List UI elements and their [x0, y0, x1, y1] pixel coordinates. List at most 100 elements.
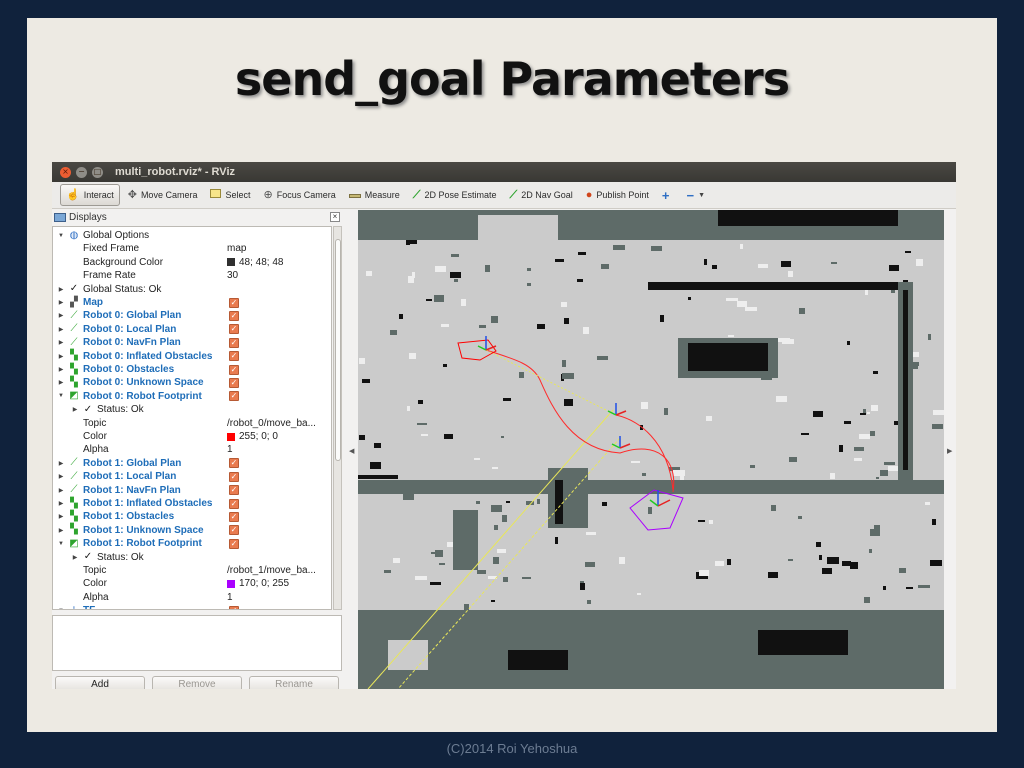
display-row[interactable]: ▶ ⟋ Robot 0: Global Plan ✓ [53, 309, 331, 322]
rename-display-button[interactable]: Rename [249, 676, 339, 689]
occupancy-map-view[interactable] [358, 210, 944, 689]
expand-arrow-right-icon[interactable]: ▶ [57, 286, 65, 293]
expand-arrow-right-icon[interactable]: ▶ [57, 513, 65, 520]
display-enabled-checkbox[interactable]: ✓ [229, 310, 239, 321]
expand-arrow-right-icon[interactable]: ▶ [57, 527, 65, 534]
display-row-value[interactable]: map [227, 243, 246, 254]
expand-arrow-down-icon[interactable]: ▼ [57, 541, 65, 547]
expand-arrow-right-icon[interactable]: ▶ [57, 460, 65, 467]
display-row[interactable]: ▼ ◍ Global Options [53, 229, 331, 242]
tool-measure[interactable]: Measure [344, 184, 405, 206]
display-row-value[interactable]: 1 [227, 592, 233, 603]
expand-arrow-right-icon[interactable]: ▶ [57, 379, 65, 386]
display-row[interactable]: Frame Rate 30 [53, 269, 331, 282]
display-row[interactable]: ▶ ▚ Robot 0: Unknown Space ✓ [53, 376, 331, 389]
display-row-value[interactable]: /robot_0/move_ba... [227, 418, 316, 429]
color-swatch[interactable] [227, 432, 235, 441]
panel-close-icon[interactable]: × [330, 212, 340, 222]
tool-publish-point[interactable]: ● Publish Point [581, 184, 654, 206]
display-row[interactable]: Color 255; 0; 0 [53, 430, 331, 443]
display-enabled-checkbox[interactable]: ✓ [229, 458, 239, 469]
remove-display-button[interactable]: Remove [152, 676, 242, 689]
display-row[interactable]: ▶ ✓ Global Status: Ok [53, 283, 331, 296]
expand-arrow-down-icon[interactable]: ▼ [57, 393, 65, 399]
display-enabled-checkbox[interactable]: ✓ [229, 485, 239, 496]
display-row[interactable]: Alpha 1 [53, 591, 331, 604]
display-enabled-checkbox[interactable]: ✓ [229, 391, 239, 402]
display-enabled-checkbox[interactable]: ✓ [229, 377, 239, 388]
tool-focus-camera[interactable]: ⊕ Focus Camera [258, 184, 340, 206]
expand-arrow-right-icon[interactable]: ▶ [57, 366, 65, 373]
3d-render-viewport[interactable] [358, 210, 944, 689]
tool-nav-goal[interactable]: ⟋ 2D Nav Goal [504, 184, 577, 206]
panel-collapse-arrow-icon[interactable]: ◀ [349, 447, 354, 455]
color-swatch[interactable] [227, 579, 235, 588]
display-enabled-checkbox[interactable]: ✓ [229, 351, 239, 362]
color-swatch[interactable] [227, 258, 235, 267]
window-maximize-button[interactable]: □ [92, 166, 103, 178]
display-row[interactable]: ▶ ▚ Robot 1: Inflated Obstacles ✓ [53, 497, 331, 510]
display-row[interactable]: ▶ ▚ Robot 0: Obstacles ✓ [53, 363, 331, 376]
display-enabled-checkbox[interactable]: ✓ [229, 324, 239, 335]
displays-scrollbar[interactable] [333, 226, 342, 610]
display-row[interactable]: Topic/robot_0/move_ba... [53, 417, 331, 430]
display-enabled-checkbox[interactable]: ✓ [229, 498, 239, 509]
expand-arrow-down-icon[interactable]: ▼ [57, 233, 65, 239]
display-enabled-checkbox[interactable]: ✓ [229, 525, 239, 536]
expand-arrow-right-icon[interactable]: ▶ [57, 339, 65, 346]
display-row[interactable]: Color 170; 0; 255 [53, 577, 331, 590]
display-row[interactable]: ▶ ⟋ Robot 1: NavFn Plan ✓ [53, 484, 331, 497]
add-display-button[interactable]: Add [55, 676, 145, 689]
expand-arrow-right-icon[interactable]: ▶ [71, 406, 79, 413]
display-row[interactable]: Background Color 48; 48; 48 [53, 256, 331, 269]
display-row-value[interactable]: 255; 0; 0 [227, 431, 278, 442]
display-row-value[interactable]: 170; 0; 255 [227, 578, 289, 589]
display-enabled-checkbox[interactable]: ✓ [229, 337, 239, 348]
display-row-value[interactable]: 48; 48; 48 [227, 257, 283, 268]
display-row[interactable]: ▼ ◩ Robot 0: Robot Footprint ✓ [53, 390, 331, 403]
expand-arrow-down-icon[interactable]: ▼ [57, 608, 65, 609]
display-row-value[interactable]: /robot_1/move_ba... [227, 565, 316, 576]
display-enabled-checkbox[interactable]: ✓ [229, 364, 239, 375]
expand-arrow-right-icon[interactable]: ▶ [71, 554, 79, 561]
expand-arrow-right-icon[interactable]: ▶ [57, 500, 65, 507]
display-enabled-checkbox[interactable]: ✓ [229, 511, 239, 522]
display-row-value[interactable]: 30 [227, 270, 238, 281]
tool-select[interactable]: Select [205, 184, 255, 206]
display-enabled-checkbox[interactable]: ✓ [229, 538, 239, 549]
display-row[interactable]: ▶ ✓ Status: Ok [53, 403, 331, 416]
displays-tree[interactable]: ▼ ◍ Global Options Fixed Frame map Background… [52, 226, 332, 610]
expand-arrow-right-icon[interactable]: ▶ [57, 473, 65, 480]
display-row[interactable]: ▼ ⊹ TF ✓ [53, 604, 331, 609]
display-row[interactable]: ▶ ⟋ Robot 1: Local Plan ✓ [53, 470, 331, 483]
expand-arrow-right-icon[interactable]: ▶ [57, 299, 65, 306]
display-row[interactable]: Fixed Frame map [53, 242, 331, 255]
display-row[interactable]: ▶ ⟋ Robot 1: Global Plan ✓ [53, 457, 331, 470]
expand-arrow-right-icon[interactable]: ▶ [57, 487, 65, 494]
display-enabled-checkbox[interactable]: ✓ [229, 605, 239, 609]
display-row-value[interactable]: 1 [227, 444, 233, 455]
remove-tool-button[interactable]: − ▼ [682, 184, 711, 206]
tool-pose-estimate[interactable]: ⟋ 2D Pose Estimate [408, 184, 502, 206]
display-enabled-checkbox[interactable]: ✓ [229, 297, 239, 308]
expand-arrow-right-icon[interactable]: ▶ [57, 353, 65, 360]
tool-move-camera[interactable]: ✥ Move Camera [123, 184, 203, 206]
tool-interact[interactable]: ☝ Interact [60, 184, 120, 206]
viewport-collapse-arrow-icon[interactable]: ▶ [947, 447, 952, 455]
window-titlebar[interactable]: × − □ multi_robot.rviz* - RViz [52, 162, 956, 182]
expand-arrow-right-icon[interactable]: ▶ [57, 326, 65, 333]
display-row[interactable]: Topic/robot_1/move_ba... [53, 564, 331, 577]
add-tool-button[interactable]: + [657, 184, 679, 206]
expand-arrow-right-icon[interactable]: ▶ [57, 312, 65, 319]
display-row[interactable]: ▶ ▚ Robot 1: Unknown Space ✓ [53, 524, 331, 537]
scrollbar-thumb[interactable] [335, 239, 341, 461]
display-row[interactable]: ▶ ▚ Robot 0: Inflated Obstacles ✓ [53, 350, 331, 363]
window-minimize-button[interactable]: − [76, 166, 87, 178]
display-row[interactable]: ▶ ▚ Robot 1: Obstacles ✓ [53, 510, 331, 523]
display-row[interactable]: ▶ ✓ Status: Ok [53, 551, 331, 564]
window-close-button[interactable]: × [60, 166, 71, 178]
display-row[interactable]: ▶ ⟋ Robot 0: Local Plan ✓ [53, 323, 331, 336]
display-row[interactable]: ▶ ⟋ Robot 0: NavFn Plan ✓ [53, 336, 331, 349]
display-row[interactable]: ▶ ▞ Map ✓ [53, 296, 331, 309]
display-row[interactable]: ▼ ◩ Robot 1: Robot Footprint ✓ [53, 537, 331, 550]
